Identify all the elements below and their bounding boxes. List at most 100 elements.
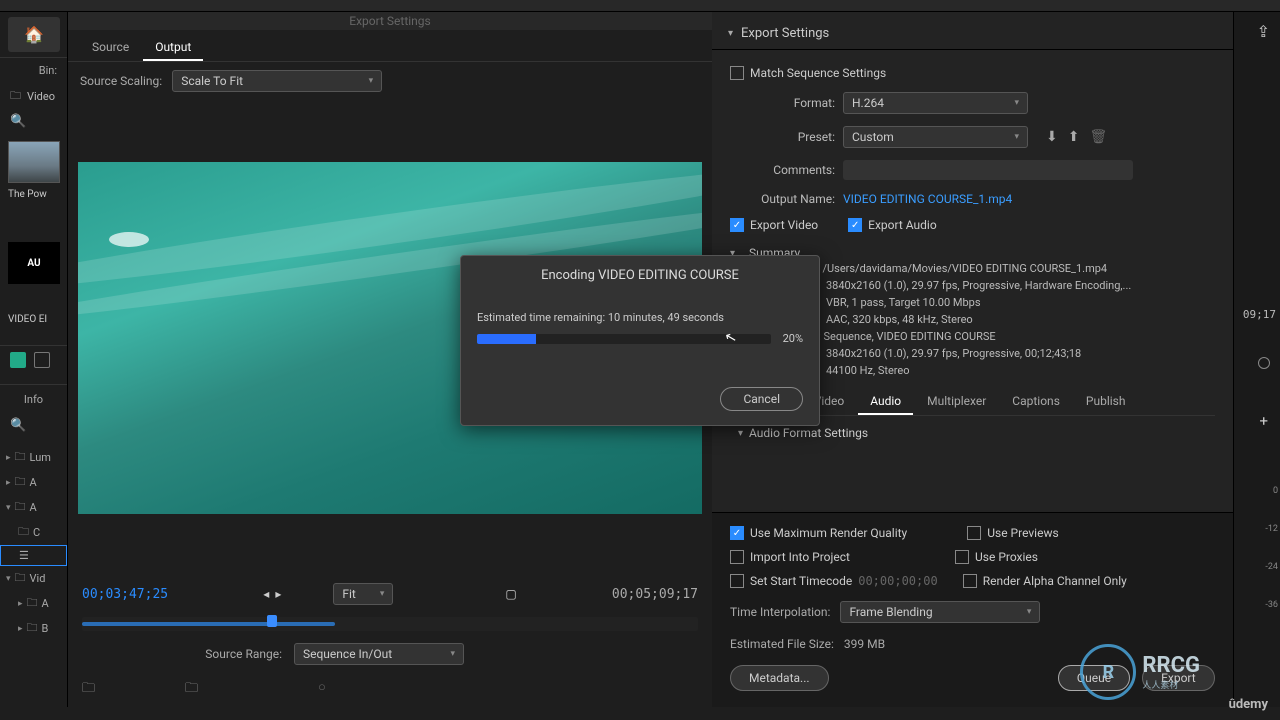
- timeline-track: [82, 617, 698, 631]
- dialog-title: Encoding VIDEO EDITING COURSE: [477, 268, 803, 311]
- list-tool-icon[interactable]: [34, 352, 50, 368]
- step-back-icon[interactable]: ◂: [263, 587, 269, 601]
- chevron-down-icon: ▾: [6, 574, 11, 584]
- opt-row-2: Import Into Project Use Proxies: [730, 545, 1215, 569]
- progress-percent: 20%: [783, 332, 803, 345]
- home-button[interactable]: 🏠: [8, 17, 60, 52]
- encoding-dialog: Encoding VIDEO EDITING COURSE Estimated …: [460, 255, 820, 426]
- timecode-current[interactable]: 00;03;47;25: [82, 587, 168, 602]
- preset-row: Preset: Custom ▾ ⬇ ⬆ 🗑: [730, 120, 1215, 154]
- circle-icon[interactable]: [1258, 357, 1270, 369]
- new-folder-icon[interactable]: 🗀: [82, 679, 95, 701]
- app-header: [0, 0, 1280, 12]
- search-icon: 🔍: [10, 418, 26, 433]
- thumbnail-section: The Pow AU VIDEO EI: [0, 133, 67, 335]
- timeline-playhead[interactable]: [267, 615, 277, 627]
- format-dropdown[interactable]: H.264 ▾: [843, 92, 1028, 114]
- collapse-arrow-icon[interactable]: ▾: [738, 428, 743, 439]
- use-max-checkbox[interactable]: ✓: [730, 526, 744, 540]
- export-title: Export Settings: [741, 26, 829, 41]
- tree-item-selected[interactable]: ☰: [0, 545, 67, 566]
- tree-item[interactable]: ▸🗀A: [0, 470, 67, 495]
- export-video-checkbox[interactable]: ✓: [730, 218, 744, 232]
- tab-audio[interactable]: Audio: [858, 389, 913, 415]
- info-section: Info: [0, 384, 67, 414]
- pencil-tool-icon[interactable]: [10, 352, 26, 368]
- preset-dropdown[interactable]: Custom ▾: [843, 126, 1028, 148]
- watermark-logo: R RRCG 人人素材: [1080, 644, 1200, 700]
- source-range-row: Source Range: Sequence In/Out ▾: [68, 635, 712, 673]
- output-name-label: Output Name:: [730, 192, 835, 206]
- refresh-icon[interactable]: ○: [318, 679, 326, 701]
- video-folder-item[interactable]: 🗀 Video: [0, 83, 67, 110]
- bottom-icons: 🗀 🗀 ○: [68, 673, 712, 707]
- scaling-label: Source Scaling:: [80, 74, 162, 88]
- chevron-down-icon: ▾: [1014, 132, 1019, 142]
- aspect-icon[interactable]: ▢: [505, 587, 516, 601]
- chevron-right-icon: ▸: [6, 478, 11, 488]
- timeline-scrubber[interactable]: [68, 613, 712, 635]
- use-proxies-checkbox[interactable]: [955, 550, 969, 564]
- tree-item[interactable]: 🗀C: [0, 520, 67, 545]
- tree-item[interactable]: ▸🗀A: [0, 591, 67, 616]
- tab-captions[interactable]: Captions: [1000, 389, 1072, 415]
- interpolation-dropdown[interactable]: Frame Blending ▾: [840, 601, 1040, 623]
- fit-dropdown[interactable]: Fit ▾: [333, 583, 393, 605]
- tab-publish[interactable]: Publish: [1074, 389, 1138, 415]
- chevron-down-icon: ▾: [380, 589, 385, 599]
- delete-preset-icon[interactable]: 🗑: [1089, 129, 1107, 145]
- logo-circle: R: [1080, 644, 1136, 700]
- progress-fill: [477, 334, 536, 344]
- source-range-dropdown[interactable]: Sequence In/Out ▾: [294, 643, 464, 665]
- comments-label: Comments:: [730, 163, 835, 177]
- tree-item[interactable]: ▸🗀B: [0, 616, 67, 641]
- cancel-button[interactable]: Cancel: [720, 387, 803, 411]
- import-checkbox[interactable]: [730, 550, 744, 564]
- format-row: Format: H.264 ▾: [730, 86, 1215, 120]
- progress-row: 20%: [477, 332, 803, 345]
- tab-source[interactable]: Source: [80, 35, 141, 61]
- collapse-arrow-icon[interactable]: ▾: [728, 28, 733, 39]
- tree-item[interactable]: ▸🗀Lum: [0, 445, 67, 470]
- chevron-down-icon: ▾: [1014, 98, 1019, 108]
- tab-multiplexer[interactable]: Multiplexer: [915, 389, 998, 415]
- play-controls: ◂ ▸ Fit ▾ ▢: [263, 583, 516, 605]
- tree-item[interactable]: ▾🗀Vid: [0, 566, 67, 591]
- scaling-dropdown[interactable]: Scale To Fit ▾: [172, 70, 382, 92]
- thumbnail-label: The Pow: [8, 187, 59, 202]
- start-tc-checkbox[interactable]: [730, 574, 744, 588]
- metadata-button[interactable]: Metadata...: [730, 665, 829, 691]
- alpha-checkbox[interactable]: [963, 574, 977, 588]
- opt-row-3: Set Start Timecode 00;00;00;00 Render Al…: [730, 569, 1215, 593]
- chevron-down-icon: ▾: [6, 503, 11, 513]
- thumbnail-black[interactable]: AU: [8, 242, 60, 284]
- use-previews-checkbox[interactable]: [967, 526, 981, 540]
- output-name-link[interactable]: VIDEO EDITING COURSE_1.mp4: [843, 192, 1012, 206]
- comments-row: Comments:: [730, 154, 1215, 186]
- comments-input[interactable]: [843, 160, 1133, 180]
- chevron-down-icon: ▾: [369, 76, 374, 86]
- chevron-down-icon: ▾: [450, 649, 455, 659]
- timeline-controls: 00;03;47;25 ◂ ▸ Fit ▾ ▢ 00;05;09;17: [68, 575, 712, 613]
- export-av-row: ✓ Export Video ✓ Export Audio: [730, 212, 1215, 238]
- source-range-label: Source Range:: [82, 647, 282, 661]
- search-item-2[interactable]: 🔍: [0, 414, 67, 437]
- export-audio-checkbox[interactable]: ✓: [848, 218, 862, 232]
- project-tree: ▸🗀Lum ▸🗀A ▾🗀A 🗀C ☰ ▾🗀Vid ▸🗀A ▸🗀B: [0, 445, 67, 641]
- download-preset-icon[interactable]: ⬇: [1046, 129, 1058, 145]
- play-icon[interactable]: ▸: [275, 587, 281, 601]
- open-folder-icon[interactable]: 🗀: [185, 679, 198, 701]
- opt-row-1: ✓Use Maximum Render Quality Use Previews: [730, 521, 1215, 545]
- left-sidebar: 🏠 Bin: 🗀 Video 🔍 The Pow AU VIDEO EI Inf…: [0, 12, 68, 707]
- db-scale: 0 -12 -24 -36: [1265, 472, 1278, 624]
- progress-bar: [477, 334, 771, 344]
- match-sequence-checkbox[interactable]: [730, 66, 744, 80]
- share-icon[interactable]: ⇪: [1257, 22, 1270, 41]
- tab-output[interactable]: Output: [143, 35, 203, 61]
- save-preset-icon[interactable]: ⬆: [1068, 129, 1080, 145]
- tree-item[interactable]: ▾🗀A: [0, 495, 67, 520]
- plus-icon[interactable]: +: [1259, 412, 1268, 430]
- home-icon: 🏠: [24, 25, 44, 44]
- search-item[interactable]: 🔍: [0, 110, 67, 133]
- thumbnail-preview[interactable]: [8, 141, 60, 183]
